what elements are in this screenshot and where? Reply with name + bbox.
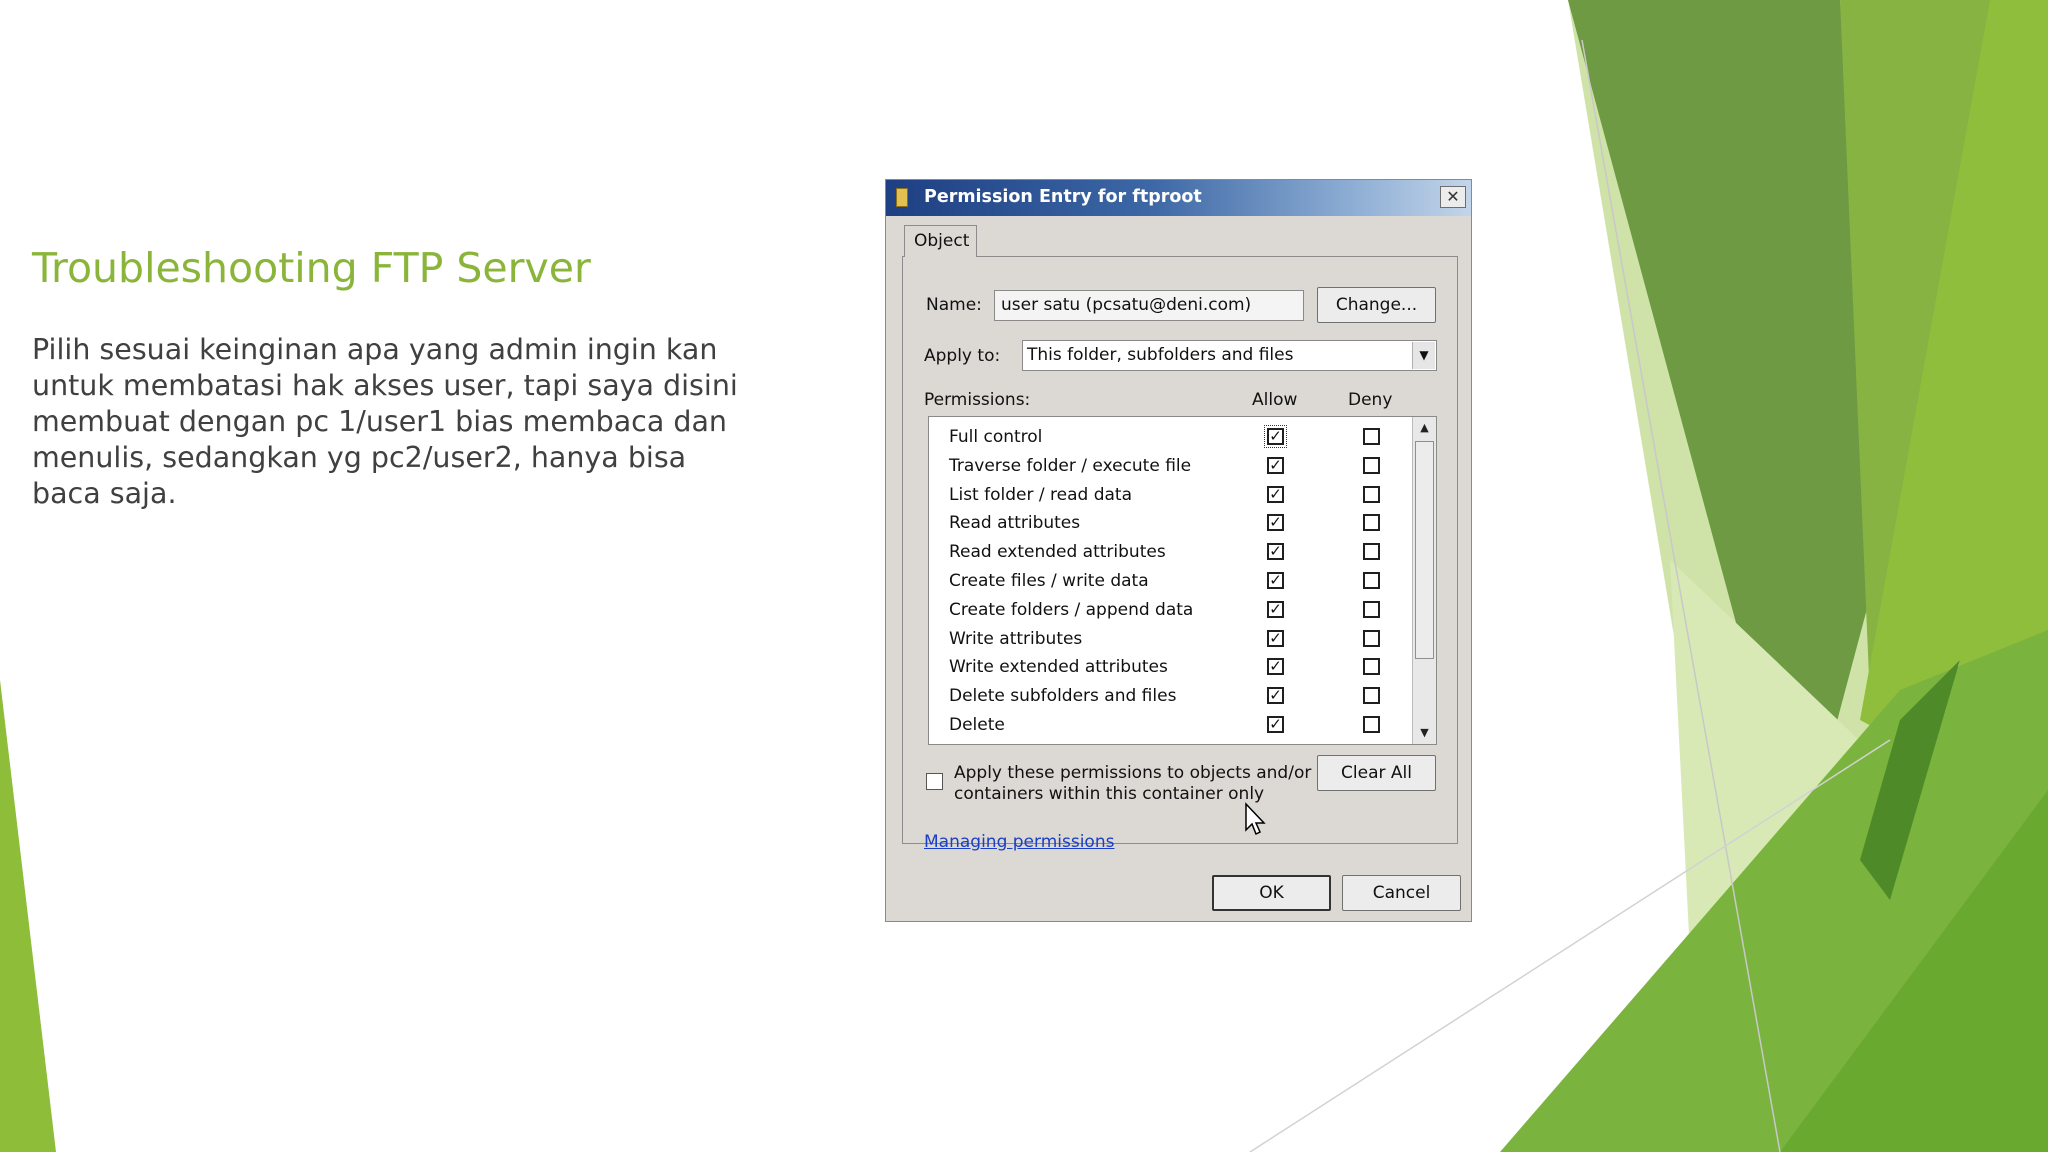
deny-column-header: Deny — [1348, 390, 1393, 410]
permission-row: Write attributes ✓ — [929, 625, 1405, 654]
dialog-titlebar[interactable]: Permission Entry for ftproot ✕ — [886, 180, 1471, 216]
allow-checkbox[interactable]: ✓ — [1267, 572, 1284, 589]
name-field[interactable]: user satu (pcsatu@deni.com) — [994, 290, 1304, 321]
deny-checkbox[interactable] — [1363, 543, 1380, 561]
apply-only-checkbox[interactable] — [926, 773, 943, 790]
permission-name: Full control — [949, 427, 1043, 447]
permission-row: Traverse folder / execute file ✓ — [929, 452, 1405, 481]
managing-permissions-link[interactable]: Managing permissions — [924, 832, 1114, 852]
allow-checkbox[interactable]: ✓ — [1267, 716, 1284, 733]
permission-row: Full control ✓ — [929, 423, 1405, 452]
deny-checkbox[interactable] — [1363, 658, 1380, 676]
close-button[interactable]: ✕ — [1440, 186, 1466, 208]
deny-checkbox[interactable] — [1363, 629, 1380, 647]
permission-row: Create files / write data ✓ — [929, 567, 1405, 596]
permissions-label: Permissions: — [924, 390, 1031, 410]
permissions-scrollbar[interactable]: ▲ ▼ — [1412, 417, 1436, 744]
allow-checkbox[interactable]: ✓ — [1267, 456, 1284, 474]
permission-name: List folder / read data — [949, 484, 1132, 505]
deny-checkbox[interactable] — [1363, 456, 1380, 474]
permission-name: Delete — [949, 715, 1005, 735]
permission-row: Create folders / append data ✓ — [929, 596, 1405, 625]
permission-name: Delete subfolders and files — [949, 686, 1177, 707]
apply-to-value: This folder, subfolders and files — [1027, 345, 1294, 365]
apply-only-label-line1: Apply these permissions to objects and/o… — [954, 763, 1312, 783]
allow-checkbox[interactable]: ✓ — [1267, 687, 1284, 705]
ok-button[interactable]: OK — [1212, 875, 1331, 911]
allow-checkbox[interactable]: ✓ — [1267, 658, 1284, 676]
scrollbar-thumb[interactable] — [1415, 441, 1434, 659]
permission-name: Write extended attributes — [949, 657, 1168, 678]
permissions-list: Full control ✓ Traverse folder / execute f… — [928, 416, 1437, 745]
allow-checkbox[interactable]: ✓ — [1267, 514, 1284, 532]
deny-checkbox[interactable] — [1363, 485, 1380, 503]
apply-to-dropdown[interactable]: This folder, subfolders and files ▼ — [1022, 340, 1437, 371]
cancel-button[interactable]: Cancel — [1342, 875, 1461, 911]
allow-checkbox[interactable]: ✓ — [1267, 543, 1284, 561]
permission-row: Delete subfolders and files ✓ — [929, 682, 1405, 711]
deny-checkbox[interactable] — [1363, 716, 1380, 733]
close-icon: ✕ — [1446, 187, 1460, 206]
apply-to-label: Apply to: — [924, 346, 1001, 366]
permission-name: Write attributes — [949, 628, 1083, 649]
change-button[interactable]: Change... — [1317, 287, 1436, 323]
permission-name: Traverse folder / execute file — [949, 455, 1192, 476]
permission-name: Read extended attributes — [949, 542, 1166, 563]
permission-name: Create files / write data — [949, 571, 1149, 591]
allow-column-header: Allow — [1252, 390, 1298, 410]
allow-checkbox[interactable]: ✓ — [1264, 425, 1287, 448]
slide-title: Troubleshooting FTP Server — [32, 244, 591, 292]
deny-checkbox[interactable] — [1363, 572, 1380, 589]
permission-row: Read extended attributes ✓ — [929, 538, 1405, 567]
deny-checkbox[interactable] — [1363, 600, 1380, 618]
slide-body-text: Pilih sesuai keinginan apa yang admin in… — [32, 333, 738, 510]
folder-icon — [896, 188, 908, 207]
arrow-up-icon[interactable]: ▲ — [1413, 417, 1436, 439]
permission-name: Create folders / append data — [949, 599, 1194, 620]
arrow-down-icon[interactable]: ▼ — [1413, 722, 1436, 744]
mouse-cursor — [1245, 802, 1266, 836]
permission-row: Write extended attributes ✓ — [929, 653, 1405, 682]
permission-row: List folder / read data ✓ — [929, 481, 1405, 510]
permission-entry-dialog: Permission Entry for ftproot ✕ Object Na… — [885, 179, 1472, 922]
deny-checkbox[interactable] — [1363, 687, 1380, 705]
tab-object[interactable]: Object — [904, 225, 977, 257]
allow-checkbox[interactable]: ✓ — [1267, 600, 1284, 618]
dialog-title: Permission Entry for ftproot — [924, 187, 1202, 207]
chevron-down-icon[interactable]: ▼ — [1412, 342, 1435, 369]
permission-name: Read attributes — [949, 513, 1081, 534]
deny-checkbox[interactable] — [1363, 428, 1380, 445]
allow-checkbox[interactable]: ✓ — [1267, 485, 1284, 503]
permission-row: Delete ✓ — [929, 711, 1405, 740]
bg-shape-left — [0, 680, 56, 1152]
apply-only-label-line2: containers within this container only — [954, 784, 1265, 804]
tab-object-label: Object — [914, 231, 970, 251]
clear-all-button[interactable]: Clear All — [1317, 755, 1436, 791]
allow-checkbox[interactable]: ✓ — [1267, 629, 1284, 647]
deny-checkbox[interactable] — [1363, 514, 1380, 532]
permission-row: Read attributes ✓ — [929, 509, 1405, 538]
name-label: Name: — [926, 295, 982, 315]
